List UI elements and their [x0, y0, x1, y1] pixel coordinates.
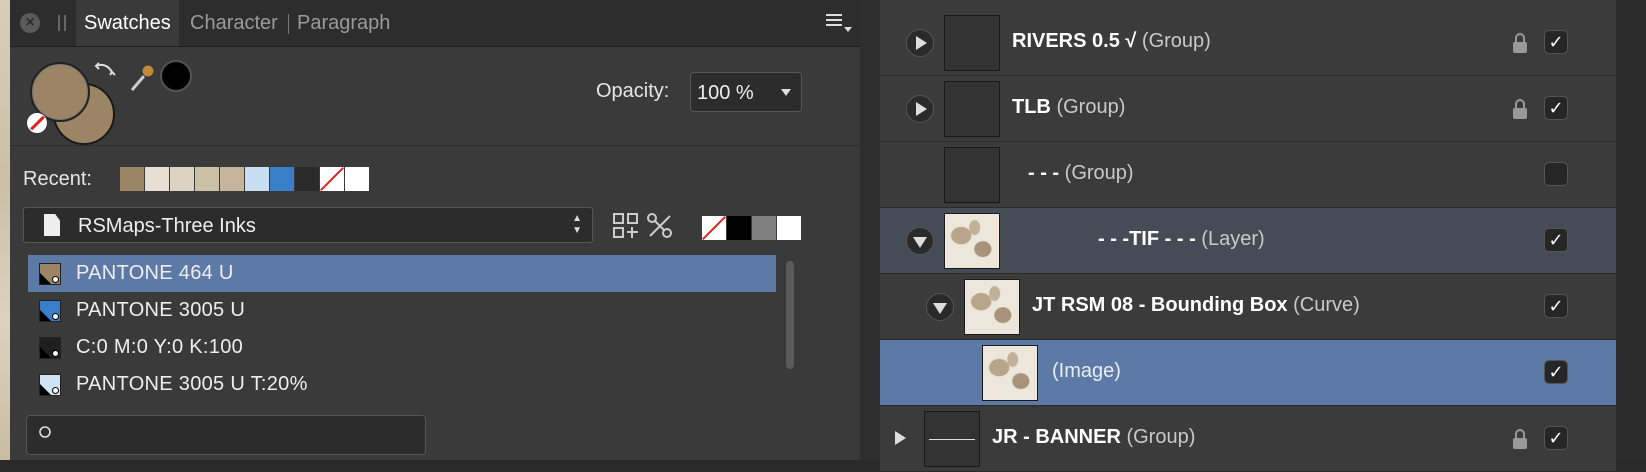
- layer-name: JR - BANNER (Group): [992, 426, 1196, 448]
- document-icon: [44, 214, 60, 236]
- document-swatch[interactable]: [752, 216, 776, 240]
- visibility-checkbox[interactable]: [1544, 162, 1568, 186]
- layer-name: JT RSM 08 - Bounding Box (Curve): [1032, 294, 1360, 316]
- palette-name: RSMaps-Three Inks: [78, 215, 256, 237]
- picked-color-well[interactable]: [160, 60, 192, 92]
- recent-swatch[interactable]: [345, 167, 369, 191]
- recent-swatch[interactable]: [295, 167, 319, 191]
- search-input[interactable]: [61, 424, 415, 448]
- layer-thumbnail: [944, 147, 1000, 203]
- layer-thumbnail: [944, 81, 1000, 137]
- layer-row-tif[interactable]: - - -TIF - - - (Layer) ✓: [880, 208, 1616, 274]
- lock-icon[interactable]: [1512, 98, 1528, 120]
- expand-arrow-icon[interactable]: [886, 425, 912, 451]
- tab-swatches[interactable]: Swatches: [76, 0, 179, 46]
- updown-arrows-icon: ▲ ▼: [572, 213, 582, 236]
- layer-row-tlb[interactable]: TLB (Group) ✓: [880, 76, 1616, 142]
- swatch-list: PANTONE 464 U PANTONE 3005 U C:0 M:0 Y:0 K…: [28, 255, 776, 425]
- palette-dropdown[interactable]: RSMaps-Three Inks ▲ ▼: [23, 207, 593, 243]
- swatch-chip: [39, 374, 61, 396]
- visibility-checkbox[interactable]: ✓: [1544, 360, 1568, 384]
- swatch-label: C:0 M:0 Y:0 K:100: [76, 336, 244, 358]
- layer-thumbnail: [924, 411, 980, 467]
- document-swatches: [702, 216, 802, 240]
- layer-name: - - - (Group): [1028, 162, 1134, 184]
- panel-gutter: [860, 0, 880, 460]
- tab-paragraph[interactable]: Paragraph: [297, 0, 390, 46]
- visibility-checkbox[interactable]: ✓: [1544, 228, 1568, 252]
- lock-icon[interactable]: [1512, 428, 1528, 450]
- recent-swatch[interactable]: [170, 167, 194, 191]
- eyedropper-icon[interactable]: [128, 60, 158, 94]
- scissors-icon[interactable]: [646, 212, 674, 240]
- swatch-list-item[interactable]: C:0 M:0 Y:0 K:100: [28, 329, 776, 366]
- chevron-down-icon: [781, 89, 791, 96]
- layer-thumbnail: [944, 15, 1000, 71]
- collapse-arrow-icon[interactable]: [926, 293, 954, 321]
- recent-swatch[interactable]: [320, 167, 344, 191]
- layer-row-dashes[interactable]: - - - (Group): [880, 142, 1616, 208]
- layer-name: (Image): [1052, 360, 1121, 382]
- recent-swatches: [120, 167, 370, 191]
- panel-menu-icon[interactable]: [826, 14, 852, 32]
- recent-swatch[interactable]: [120, 167, 144, 191]
- document-swatch[interactable]: [777, 216, 801, 240]
- add-global-color-icon[interactable]: [612, 212, 640, 240]
- layer-row-rivers[interactable]: RIVERS 0.5 √ (Group) ✓: [880, 10, 1616, 76]
- swatch-scrollbar[interactable]: [786, 261, 796, 369]
- swatches-panel: × Swatches Character Paragraph Opacity: …: [10, 0, 860, 460]
- visibility-checkbox[interactable]: ✓: [1544, 294, 1568, 318]
- visibility-checkbox[interactable]: ✓: [1544, 426, 1568, 450]
- document-swatch[interactable]: [727, 216, 751, 240]
- opacity-value: 100 %: [697, 82, 754, 104]
- visibility-checkbox[interactable]: ✓: [1544, 96, 1568, 120]
- swatch-label: PANTONE 3005 U T:20%: [76, 373, 308, 395]
- scrollbar-thumb[interactable]: [786, 261, 794, 369]
- recent-swatch[interactable]: [245, 167, 269, 191]
- section-divider: [10, 145, 860, 146]
- layer-name: TLB (Group): [1012, 96, 1126, 118]
- visibility-checkbox[interactable]: ✓: [1544, 30, 1568, 54]
- swatch-chip: [39, 263, 61, 285]
- tab-character[interactable]: Character: [190, 0, 278, 46]
- close-panel-icon[interactable]: ×: [20, 13, 40, 33]
- layer-row-jr-banner[interactable]: JR - BANNER (Group) ✓: [880, 406, 1616, 472]
- layers-panel: RIVERS 0.5 √ (Group) ✓ TLB (Group) ✓ - -…: [880, 0, 1616, 472]
- opacity-label: Opacity:: [596, 80, 670, 102]
- layer-row-image[interactable]: (Image) ✓: [880, 340, 1616, 406]
- collapse-arrow-icon[interactable]: [906, 227, 934, 255]
- document-swatch[interactable]: [702, 216, 726, 240]
- swatch-list-item[interactable]: PANTONE 3005 U: [28, 292, 776, 329]
- lock-icon[interactable]: [1512, 32, 1528, 54]
- drag-grip-icon[interactable]: [58, 15, 66, 31]
- swatch-list-item[interactable]: PANTONE 464 U: [28, 255, 776, 292]
- swatch-chip: [39, 337, 61, 359]
- recent-swatch[interactable]: [195, 167, 219, 191]
- recent-label: Recent:: [23, 168, 92, 190]
- tab-separator: [288, 14, 289, 34]
- layer-thumbnail: [982, 345, 1038, 401]
- window-edge: [1616, 0, 1646, 460]
- canvas-background-strip: [0, 0, 10, 460]
- swatch-label: PANTONE 464 U: [76, 262, 234, 284]
- search-icon: [39, 426, 51, 438]
- swatch-chip: [39, 300, 61, 322]
- opacity-dropdown[interactable]: 100 %: [690, 72, 802, 112]
- layer-thumbnail: [964, 279, 1020, 335]
- recent-swatch[interactable]: [145, 167, 169, 191]
- recent-swatch[interactable]: [270, 167, 294, 191]
- no-color-icon[interactable]: [26, 112, 48, 134]
- swatch-list-item[interactable]: PANTONE 3005 U T:20%: [28, 366, 776, 403]
- recent-swatch[interactable]: [220, 167, 244, 191]
- swatch-search-field[interactable]: [26, 415, 426, 455]
- layer-name: - - -TIF - - - (Layer): [1098, 228, 1265, 250]
- expand-arrow-icon[interactable]: [906, 95, 934, 123]
- layer-row-bounding-box[interactable]: JT RSM 08 - Bounding Box (Curve) ✓: [880, 274, 1616, 340]
- layer-thumbnail: [944, 213, 1000, 269]
- layer-name: RIVERS 0.5 √ (Group): [1012, 30, 1211, 52]
- panel-tab-bar: × Swatches Character Paragraph: [10, 0, 860, 47]
- swap-colors-icon[interactable]: [90, 58, 118, 86]
- expand-arrow-icon[interactable]: [906, 29, 934, 57]
- swatch-label: PANTONE 3005 U: [76, 299, 246, 321]
